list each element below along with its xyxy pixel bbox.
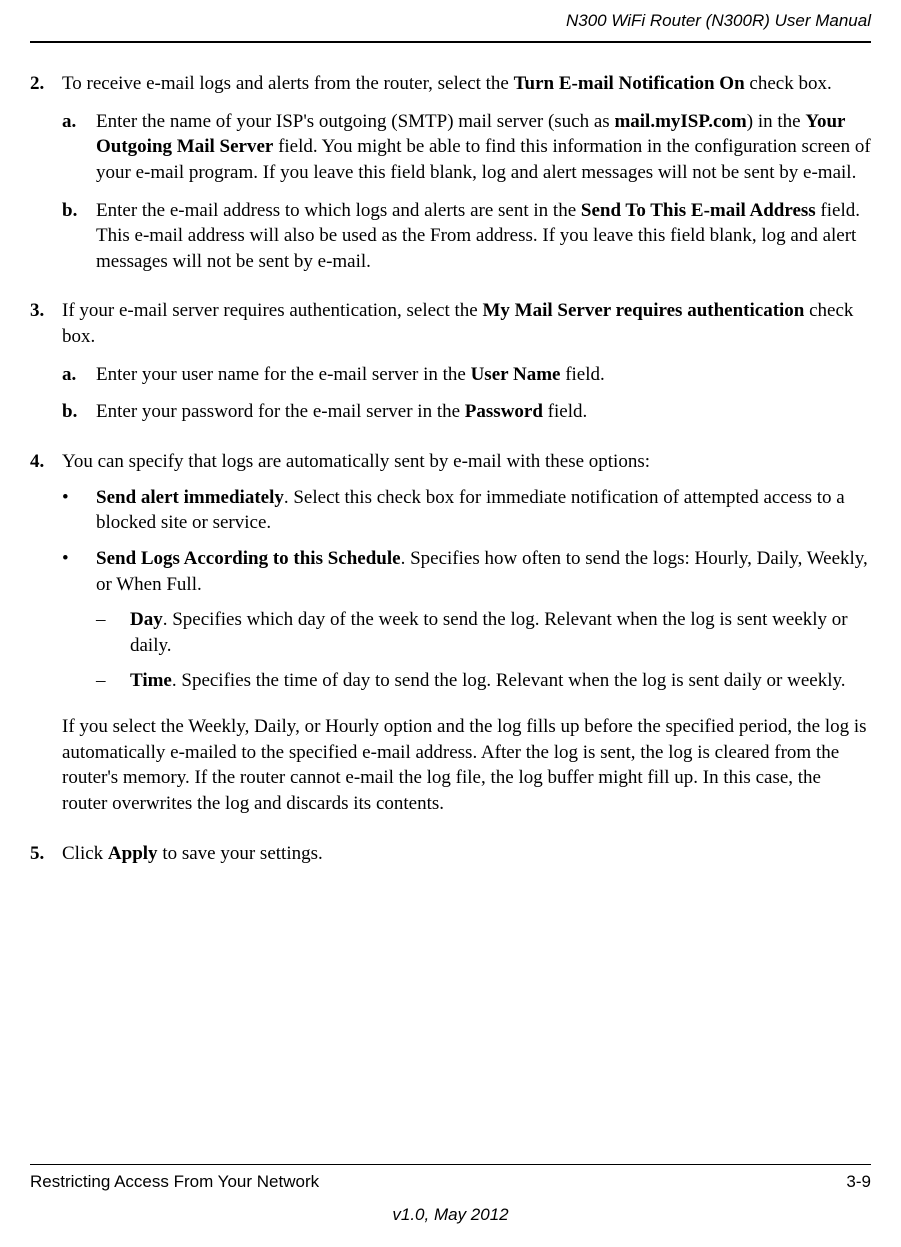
step-2: 2. To receive e-mail logs and alerts fro… bbox=[30, 71, 871, 284]
bullet-send-alert: • Send alert immediately. Select this ch… bbox=[62, 485, 871, 536]
bold-text: Send To This E-mail Address bbox=[581, 200, 816, 221]
step-body: To receive e-mail logs and alerts from t… bbox=[62, 71, 871, 284]
footer-section-title: Restricting Access From Your Network bbox=[30, 1171, 319, 1194]
step-body: Click Apply to save your settings. bbox=[62, 841, 871, 867]
text: check box. bbox=[745, 73, 832, 94]
substep-3a: a. Enter your user name for the e-mail s… bbox=[62, 362, 871, 388]
dash-time: – Time. Specifies the time of day to sen… bbox=[96, 668, 871, 694]
text: Enter your user name for the e-mail serv… bbox=[96, 364, 471, 385]
step-body: If your e-mail server requires authentic… bbox=[62, 298, 871, 435]
step-number: 4. bbox=[30, 449, 62, 827]
step-3: 3. If your e-mail server requires authen… bbox=[30, 298, 871, 435]
bold-text: Send Logs According to this Schedule bbox=[96, 548, 401, 569]
dash-body: Day. Specifies which day of the week to … bbox=[130, 607, 871, 658]
bullet-mark: • bbox=[62, 546, 96, 704]
step-number: 2. bbox=[30, 71, 62, 284]
bullet-body: Send alert immediately. Select this chec… bbox=[96, 485, 871, 536]
bullet-body: Send Logs According to this Schedule . Sp… bbox=[96, 546, 871, 704]
substep-number: b. bbox=[62, 198, 96, 275]
substep-2a: a. Enter the name of your ISP's outgoing… bbox=[62, 109, 871, 186]
text: to save your settings. bbox=[158, 843, 323, 864]
text: . Specifies which day of the week to sen… bbox=[130, 609, 848, 656]
footer-page-number: 3-9 bbox=[846, 1171, 871, 1194]
dash-mark: – bbox=[96, 668, 130, 694]
footer-version: v1.0, May 2012 bbox=[30, 1204, 871, 1227]
bold-text: Password bbox=[465, 401, 543, 422]
bullet-send-logs: • Send Logs According to this Schedule . … bbox=[62, 546, 871, 704]
text: field. bbox=[543, 401, 587, 422]
bold-text: mail.myISP.com bbox=[614, 111, 746, 132]
step-body: You can specify that logs are automatica… bbox=[62, 449, 871, 827]
dash-body: Time. Specifies the time of day to send … bbox=[130, 668, 871, 694]
step-number: 3. bbox=[30, 298, 62, 435]
page-header: N300 WiFi Router (N300R) User Manual bbox=[30, 0, 871, 43]
text: Enter the e-mail address to which logs a… bbox=[96, 200, 581, 221]
dash-mark: – bbox=[96, 607, 130, 658]
text: Enter your password for the e-mail serve… bbox=[96, 401, 465, 422]
dash-day: – Day. Specifies which day of the week t… bbox=[96, 607, 871, 658]
step-4: 4. You can specify that logs are automat… bbox=[30, 449, 871, 827]
footer-line: Restricting Access From Your Network 3-9 bbox=[30, 1164, 871, 1194]
text: . Specifies the time of day to send the … bbox=[172, 670, 846, 691]
substep-3b: b. Enter your password for the e-mail se… bbox=[62, 399, 871, 425]
step-4-note: If you select the Weekly, Daily, or Hour… bbox=[62, 714, 871, 817]
bold-text: Time bbox=[130, 670, 172, 691]
text: ) in the bbox=[747, 111, 806, 132]
substep-body: Enter your user name for the e-mail serv… bbox=[96, 362, 871, 388]
bold-text: Send alert immediately bbox=[96, 487, 284, 508]
substep-2b: b. Enter the e-mail address to which log… bbox=[62, 198, 871, 275]
step-number: 5. bbox=[30, 841, 62, 867]
text: You can specify that logs are automatica… bbox=[62, 451, 650, 472]
substep-number: b. bbox=[62, 399, 96, 425]
manual-page: N300 WiFi Router (N300R) User Manual 2. … bbox=[0, 0, 901, 1247]
bold-text: Apply bbox=[108, 843, 158, 864]
substep-body: Enter your password for the e-mail serve… bbox=[96, 399, 871, 425]
manual-title: N300 WiFi Router (N300R) User Manual bbox=[566, 11, 871, 30]
text: If your e-mail server requires authentic… bbox=[62, 300, 482, 321]
substep-number: a. bbox=[62, 109, 96, 186]
substep-number: a. bbox=[62, 362, 96, 388]
page-content: 2. To receive e-mail logs and alerts fro… bbox=[30, 43, 871, 866]
text: field. bbox=[560, 364, 604, 385]
page-footer: Restricting Access From Your Network 3-9… bbox=[30, 1164, 871, 1227]
substep-body: Enter the e-mail address to which logs a… bbox=[96, 198, 871, 275]
text: Click bbox=[62, 843, 108, 864]
text: To receive e-mail logs and alerts from t… bbox=[62, 73, 514, 94]
substep-body: Enter the name of your ISP's outgoing (S… bbox=[96, 109, 871, 186]
bold-text: My Mail Server requires authentication bbox=[482, 300, 804, 321]
step-5: 5. Click Apply to save your settings. bbox=[30, 841, 871, 867]
text: If you select the Weekly, Daily, or Hour… bbox=[62, 716, 867, 814]
text: Enter the name of your ISP's outgoing (S… bbox=[96, 111, 614, 132]
bullet-mark: • bbox=[62, 485, 96, 536]
bold-text: Turn E-mail Notification On bbox=[514, 73, 745, 94]
bold-text: User Name bbox=[471, 364, 561, 385]
bold-text: Day bbox=[130, 609, 163, 630]
